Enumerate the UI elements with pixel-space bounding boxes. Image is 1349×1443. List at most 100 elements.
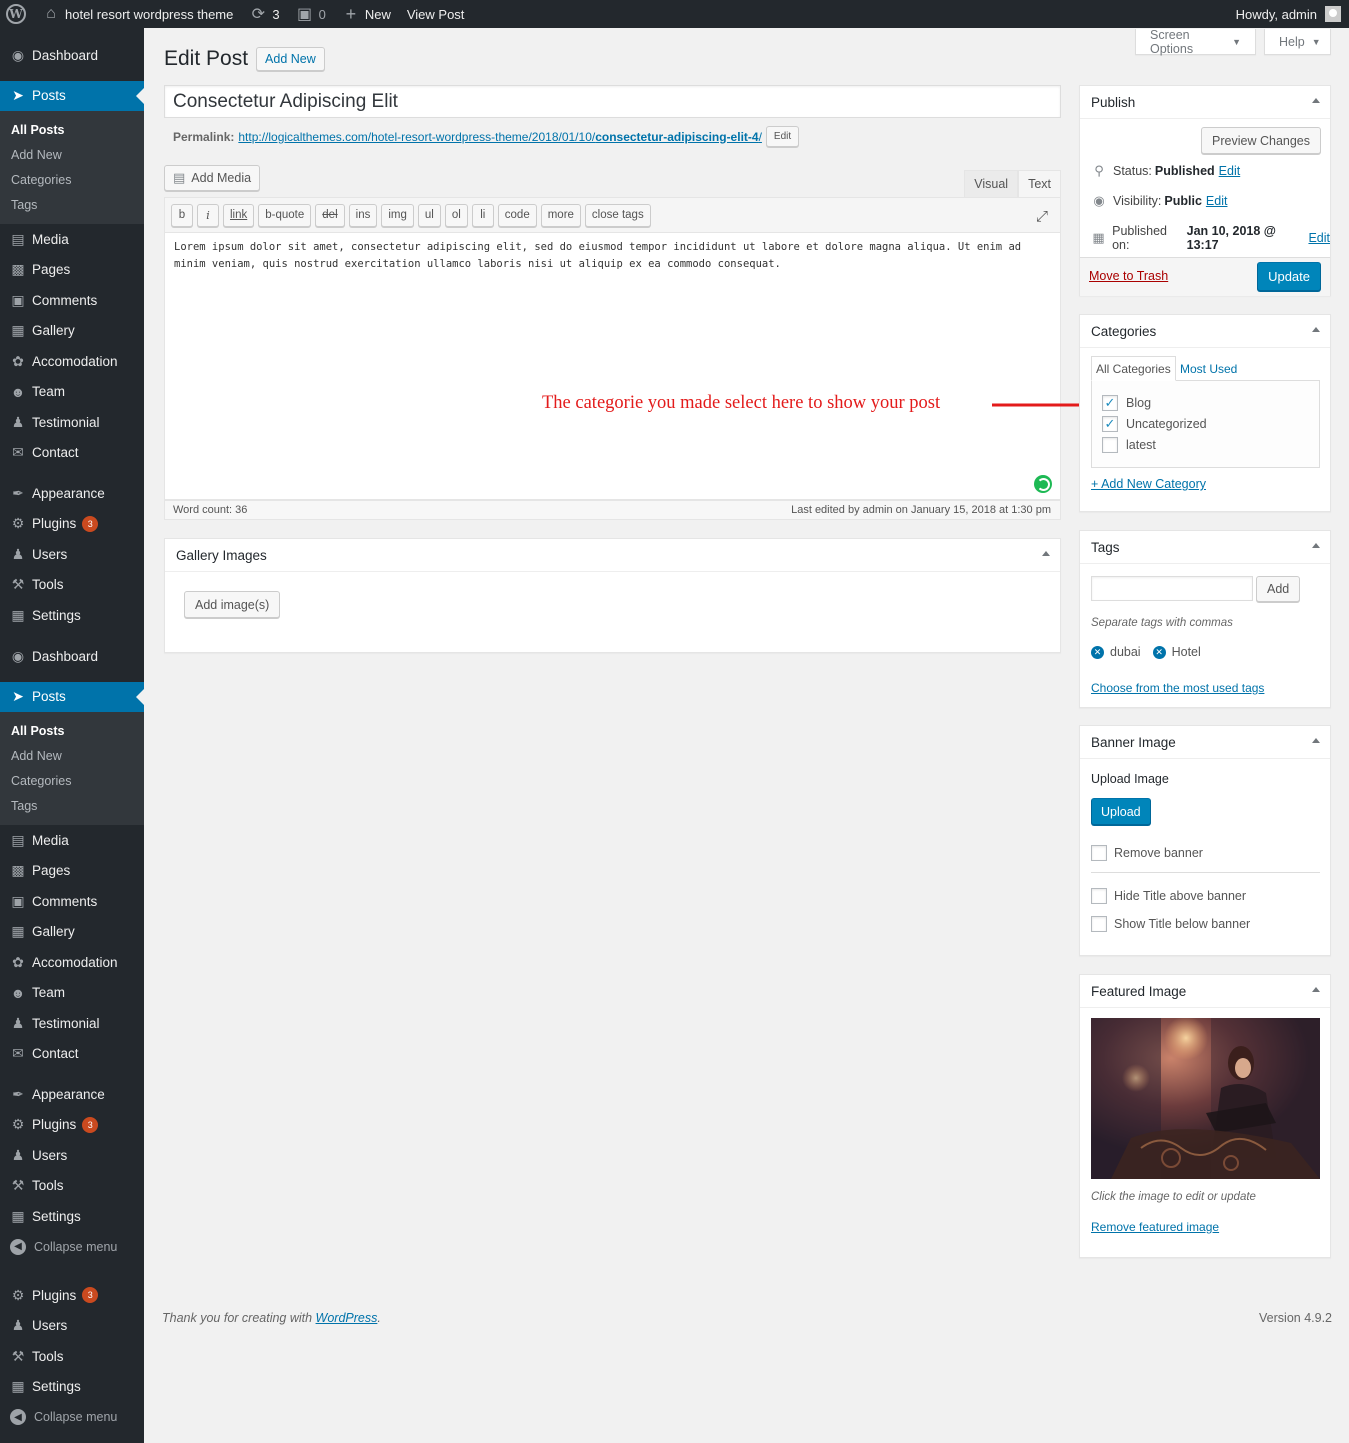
categories-header[interactable]: Categories: [1080, 315, 1330, 348]
qt-del-button[interactable]: del: [315, 203, 345, 227]
remove-tag-icon[interactable]: ✕: [1091, 645, 1104, 659]
menu-dashboard[interactable]: ◉ Dashboard: [0, 40, 144, 71]
qt-italic-button[interactable]: i: [197, 203, 219, 227]
menu-comments[interactable]: ▣ Comments: [0, 285, 144, 316]
menu-settings[interactable]: ▦ Settings: [0, 1372, 144, 1403]
collapse-toggle-icon[interactable]: [1312, 327, 1320, 332]
submenu-tags[interactable]: Tags: [0, 793, 144, 818]
my-account-menu[interactable]: Howdy, admin: [1228, 0, 1343, 28]
site-name-link[interactable]: ⌂ hotel resort wordpress theme: [34, 0, 241, 28]
hide-title-checkbox[interactable]: [1091, 888, 1107, 904]
edit-status-link[interactable]: Edit: [1219, 164, 1241, 178]
menu-posts[interactable]: ➤ Posts: [0, 681, 144, 712]
move-to-trash-link[interactable]: Move to Trash: [1089, 269, 1168, 283]
tab-most-used[interactable]: Most Used: [1180, 356, 1237, 381]
menu-media[interactable]: ▤ Media: [0, 825, 144, 856]
menu-appearance[interactable]: ✒ Appearance: [0, 478, 144, 509]
menu-pages[interactable]: ▩ Pages: [0, 255, 144, 286]
edit-visibility-link[interactable]: Edit: [1206, 194, 1228, 208]
collapse-toggle-icon[interactable]: [1312, 738, 1320, 743]
menu-posts[interactable]: ➤ Posts: [0, 80, 144, 111]
submenu-all-posts[interactable]: All Posts: [0, 718, 144, 743]
submenu-all-posts[interactable]: All Posts: [0, 117, 144, 142]
add-new-post-button[interactable]: Add New: [256, 47, 325, 71]
menu-plugins[interactable]: ⚙ Plugins 3: [0, 1280, 144, 1311]
menu-plugins[interactable]: ⚙ Plugins 3: [0, 509, 144, 540]
remove-banner-checkbox[interactable]: [1091, 845, 1107, 861]
category-checkbox[interactable]: ✓: [1102, 395, 1118, 411]
category-checkbox[interactable]: ✓: [1102, 416, 1118, 432]
banner-image-header[interactable]: Banner Image: [1080, 726, 1330, 759]
category-item-blog[interactable]: ✓ Blog: [1102, 395, 1151, 411]
menu-media[interactable]: ▤ Media: [0, 224, 144, 255]
wp-logo-menu[interactable]: W: [0, 0, 34, 28]
comments-link[interactable]: ▣ 0: [288, 0, 334, 28]
submenu-categories[interactable]: Categories: [0, 167, 144, 192]
publish-header[interactable]: Publish: [1080, 86, 1330, 119]
qt-img-button[interactable]: img: [381, 203, 414, 227]
add-new-category-link[interactable]: + Add New Category: [1091, 477, 1206, 491]
fullscreen-icon[interactable]: ⤢: [1032, 206, 1052, 226]
submenu-add-new[interactable]: Add New: [0, 142, 144, 167]
qt-blockquote-button[interactable]: b-quote: [258, 203, 312, 227]
collapse-toggle-icon[interactable]: [1312, 98, 1320, 103]
qt-bold-button[interactable]: b: [171, 203, 193, 227]
collapse-toggle-icon[interactable]: [1042, 551, 1050, 556]
menu-tools[interactable]: ⚒ Tools: [0, 570, 144, 601]
featured-image-thumbnail[interactable]: [1091, 1018, 1320, 1179]
collapse-menu-button[interactable]: ◀ Collapse menu: [0, 1232, 144, 1263]
add-tag-button[interactable]: Add: [1256, 576, 1301, 602]
submenu-add-new[interactable]: Add New: [0, 743, 144, 768]
collapse-menu-button[interactable]: ◀ Collapse menu: [0, 1402, 144, 1433]
qt-li-button[interactable]: li: [471, 203, 494, 227]
view-post-link[interactable]: View Post: [399, 0, 473, 28]
edit-date-link[interactable]: Edit: [1308, 231, 1330, 245]
menu-users[interactable]: ♟ Users: [0, 1140, 144, 1171]
menu-comments[interactable]: ▣ Comments: [0, 886, 144, 917]
tab-all-categories[interactable]: All Categories: [1091, 356, 1176, 381]
menu-users[interactable]: ♟ Users: [0, 1311, 144, 1342]
tags-header[interactable]: Tags: [1080, 531, 1330, 564]
permalink-link[interactable]: http://logicalthemes.com/hotel-resort-wo…: [238, 130, 762, 144]
remove-featured-image-link[interactable]: Remove featured image: [1091, 1220, 1219, 1234]
help-tab[interactable]: Help ▼: [1264, 29, 1331, 55]
menu-gallery[interactable]: ▦ Gallery: [0, 917, 144, 948]
qt-code-button[interactable]: code: [497, 203, 537, 227]
add-images-button[interactable]: Add image(s): [184, 591, 281, 618]
preview-changes-button[interactable]: Preview Changes: [1201, 127, 1321, 154]
menu-users[interactable]: ♟ Users: [0, 539, 144, 570]
category-item-latest[interactable]: latest: [1102, 437, 1156, 453]
choose-most-used-tags-link[interactable]: Choose from the most used tags: [1091, 681, 1264, 695]
qt-more-button[interactable]: more: [540, 203, 581, 227]
menu-contact[interactable]: ✉ Contact: [0, 438, 144, 469]
category-checkbox[interactable]: [1102, 437, 1118, 453]
new-tag-input[interactable]: [1091, 576, 1253, 601]
updates-link[interactable]: ⟳ 3: [241, 0, 287, 28]
remove-tag-icon[interactable]: ✕: [1152, 645, 1166, 659]
post-title-input[interactable]: Consectetur Adipiscing Elit: [164, 85, 1061, 118]
menu-accomodation[interactable]: ✿ Accomodation: [0, 947, 144, 978]
gallery-images-header[interactable]: Gallery Images: [165, 539, 1060, 572]
menu-appearance[interactable]: ✒ Appearance: [0, 1079, 144, 1110]
menu-settings[interactable]: ▦ Settings: [0, 600, 144, 631]
tab-visual[interactable]: Visual: [964, 170, 1019, 197]
qt-ins-button[interactable]: ins: [348, 203, 378, 227]
featured-image-header[interactable]: Featured Image: [1080, 975, 1330, 1008]
collapse-toggle-icon[interactable]: [1312, 543, 1320, 548]
content-textarea[interactable]: Lorem ipsum dolor sit amet, consectetur …: [164, 233, 1061, 500]
menu-accomodation[interactable]: ✿ Accomodation: [0, 346, 144, 377]
menu-team[interactable]: ☻ Team: [0, 377, 144, 408]
show-title-checkbox[interactable]: [1091, 916, 1107, 932]
grammar-check-icon[interactable]: [1034, 475, 1052, 493]
menu-dashboard[interactable]: ◉ Dashboard: [0, 641, 144, 672]
collapse-toggle-icon[interactable]: [1312, 987, 1320, 992]
new-content-link[interactable]: + New: [334, 0, 399, 28]
menu-testimonial[interactable]: ♟ Testimonial: [0, 407, 144, 438]
add-media-button[interactable]: ▤ Add Media: [164, 165, 261, 191]
remove-banner-option[interactable]: Remove banner: [1091, 845, 1203, 861]
tab-text[interactable]: Text: [1018, 170, 1061, 197]
screen-options-tab[interactable]: Screen Options ▼: [1135, 28, 1256, 56]
wordpress-link[interactable]: WordPress: [316, 1311, 378, 1325]
upload-button[interactable]: Upload: [1091, 798, 1151, 825]
submenu-categories[interactable]: Categories: [0, 768, 144, 793]
